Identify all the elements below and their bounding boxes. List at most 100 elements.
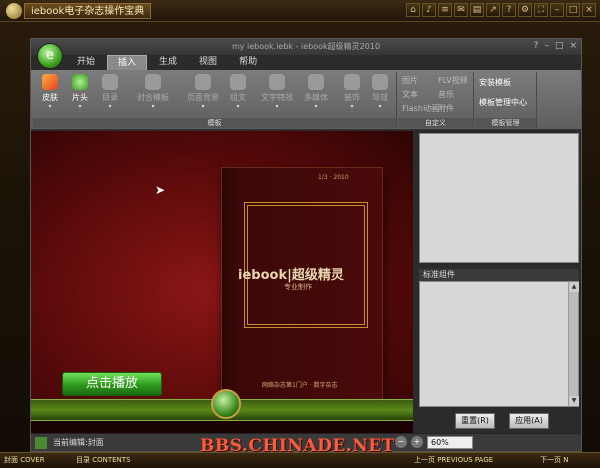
cover-header: 1/3 · 2010: [318, 174, 349, 181]
intro-button[interactable]: 片头 ▾: [69, 74, 91, 110]
iebook-logo-icon: [211, 389, 241, 419]
dropdown-arrow-icon: ▾: [151, 103, 155, 110]
status-text: 当前编辑:封面: [53, 438, 104, 447]
multimedia-button[interactable]: 多媒体 ▾: [301, 74, 331, 110]
group-label-template: 模板: [33, 118, 396, 128]
app-titlebar: my iebook.iebk - iebook超级精灵2010 ? – □ ×: [31, 39, 581, 55]
text-effect-label: 文字特效: [261, 93, 293, 102]
effect-label: 导效: [372, 93, 388, 102]
tab-help[interactable]: 帮助: [229, 55, 267, 70]
music-icon[interactable]: ♪: [422, 3, 436, 17]
effect-icon: [372, 74, 388, 90]
play-button[interactable]: 点击播放: [62, 372, 162, 396]
reader-title: iebook电子杂志操作宝典: [24, 3, 152, 19]
combined-template-label: 封合模板: [137, 93, 169, 102]
cover-subtitle: 专业制作: [284, 283, 312, 291]
install-template-item[interactable]: 安装模板: [479, 77, 511, 88]
dropdown-arrow-icon: ▾: [78, 103, 82, 110]
component-panel: ▲ ▼: [419, 281, 579, 407]
dropdown-arrow-icon: ▾: [350, 103, 354, 110]
scroll-down-icon[interactable]: ▼: [569, 396, 579, 406]
tab-insert[interactable]: 插入: [107, 55, 148, 70]
magazine-cover[interactable]: 1/3 · 2010 iebook|超级精灵 专业制作 网络杂志第1门户 · 数…: [221, 167, 383, 407]
reset-button[interactable]: 重置(R): [455, 413, 495, 429]
mail-icon[interactable]: ✉: [454, 3, 468, 17]
multimedia-label: 多媒体: [304, 93, 328, 102]
tab-start[interactable]: 开始: [67, 55, 105, 70]
dropdown-arrow-icon: ▾: [275, 103, 279, 110]
decoration-label: 装饰: [344, 93, 360, 102]
nav-prev[interactable]: 上一页 PREVIOUS PAGE: [414, 455, 493, 465]
dropdown-arrow-icon: ▾: [236, 103, 240, 110]
combined-template-button[interactable]: 封合模板 ▾: [133, 74, 173, 110]
component-panel-label: 标准组件: [419, 269, 579, 281]
effect-button[interactable]: 导效 ▾: [369, 74, 391, 110]
toc-label: 目录: [102, 93, 118, 102]
print-icon[interactable]: ▤: [470, 3, 484, 17]
scroll-up-icon[interactable]: ▲: [569, 282, 579, 292]
template-center-item[interactable]: 模板管理中心: [479, 97, 527, 108]
close-icon[interactable]: ×: [582, 3, 596, 17]
dropdown-arrow-icon: ▾: [314, 103, 318, 110]
ebook-reader-window: { "reader": { "title": "iebook电子杂志操作宝典",…: [0, 0, 600, 468]
page-background-button[interactable]: 页面背景 ▾: [183, 74, 223, 110]
share-icon[interactable]: ↗: [486, 3, 500, 17]
help-button[interactable]: ?: [534, 41, 539, 51]
reader-logo-icon: [6, 3, 22, 19]
decoration-icon: [344, 74, 360, 90]
app-window: my iebook.iebk - iebook超级精灵2010 ? – □ × …: [30, 38, 582, 452]
window-controls: ? – □ ×: [534, 41, 577, 51]
list-icon[interactable]: ≡: [438, 3, 452, 17]
group-label-template-mgmt: 模板管理: [475, 118, 536, 128]
tab-generate[interactable]: 生成: [149, 55, 187, 70]
group-text-button[interactable]: 组文 ▾: [227, 74, 249, 110]
reader-bottom-bar: 封面 COVER 目录 CONTENTS 上一页 PREVIOUS PAGE 下…: [0, 452, 600, 468]
skin-button[interactable]: 皮肤 ▾: [39, 74, 61, 110]
nav-contents[interactable]: 目录 CONTENTS: [76, 455, 131, 465]
image-item[interactable]: 图片: [402, 75, 418, 86]
maximize-button[interactable]: □: [555, 41, 564, 51]
intro-label: 片头: [72, 93, 88, 102]
cover-brand: iebook|超级精灵: [238, 268, 344, 283]
ribbon: 皮肤 ▾ 片头 ▾ 目录 ▾ 封合模板 ▾ 页面背景 ▾ 组文 ▾ 文字特效 ▾…: [31, 70, 581, 130]
zoom-in-icon[interactable]: +: [411, 436, 423, 448]
tab-view[interactable]: 视图: [189, 55, 227, 70]
group-text-icon: [230, 74, 246, 90]
help-icon[interactable]: ?: [502, 3, 516, 17]
ribbon-group-template: 皮肤 ▾ 片头 ▾ 目录 ▾ 封合模板 ▾ 页面背景 ▾ 组文 ▾ 文字特效 ▾…: [33, 72, 397, 128]
office-button[interactable]: e: [37, 43, 63, 69]
flv-video-item[interactable]: FLV视频: [438, 75, 468, 86]
panel-scrollbar[interactable]: ▲ ▼: [568, 282, 579, 406]
apply-button[interactable]: 应用(A): [509, 413, 549, 429]
toc-button[interactable]: 目录 ▾: [99, 74, 121, 110]
app-title: my iebook.iebk - iebook超级精灵2010: [231, 42, 381, 51]
preview-panel: [419, 133, 579, 263]
zoom-select[interactable]: 60%: [427, 436, 473, 449]
zoom-out-icon[interactable]: −: [395, 436, 407, 448]
home-icon[interactable]: ⌂: [406, 3, 420, 17]
fullscreen-icon[interactable]: ⛶: [534, 3, 548, 17]
text-effect-icon: [269, 74, 285, 90]
maximize-icon[interactable]: □: [566, 3, 580, 17]
close-button[interactable]: ×: [569, 41, 577, 51]
flash-item[interactable]: Flash动画: [402, 103, 439, 114]
intro-icon: [72, 74, 88, 90]
design-canvas[interactable]: ➤ 1/3 · 2010 iebook|超级精灵 专业制作 网络杂志第1门户 ·…: [31, 131, 413, 451]
toc-icon: [102, 74, 118, 90]
nav-next[interactable]: 下一页 N: [540, 455, 568, 465]
minimize-button[interactable]: –: [544, 41, 549, 51]
nav-cover[interactable]: 封面 COVER: [4, 455, 45, 465]
ribbon-tabs: 开始 插入 生成 视图 帮助: [67, 55, 267, 70]
group-text-label: 组文: [230, 93, 246, 102]
dropdown-arrow-icon: ▾: [201, 103, 205, 110]
decoration-button[interactable]: 装饰 ▾: [341, 74, 363, 110]
multimedia-icon: [308, 74, 324, 90]
minimize-icon[interactable]: –: [550, 3, 564, 17]
text-item[interactable]: 文本: [402, 89, 418, 100]
attachment-item[interactable]: 附件: [438, 103, 454, 114]
skin-icon: [42, 74, 58, 90]
text-effect-button[interactable]: 文字特效 ▾: [257, 74, 297, 110]
music-item[interactable]: 音乐: [438, 89, 454, 100]
reader-top-bar: iebook电子杂志操作宝典 ⌂ ♪ ≡ ✉ ▤ ↗ ? ⚙ ⛶ – □ ×: [0, 0, 600, 22]
settings-icon[interactable]: ⚙: [518, 3, 532, 17]
